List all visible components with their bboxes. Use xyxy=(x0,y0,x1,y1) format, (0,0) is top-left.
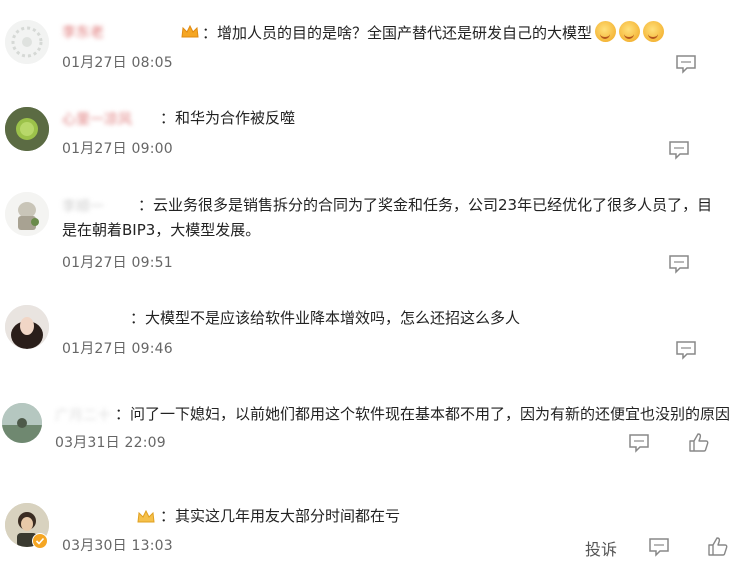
avatar[interactable] xyxy=(2,403,42,443)
thumbs-up-icon[interactable] xyxy=(688,432,710,452)
timestamp: 03月31日 22:09 xyxy=(55,435,166,451)
thumbs-up-icon[interactable] xyxy=(707,536,729,556)
avatar-pattern-icon xyxy=(5,20,49,64)
timestamp: 01月27日 09:46 xyxy=(62,341,173,357)
avatar-image-icon xyxy=(5,107,49,151)
comment-text-content: ：增加人员的目的是啥？全国产替代还是研发自己的大模型 xyxy=(202,24,593,42)
comment-item: 广月二十 ：问了一下媳妇，以前她们都用这个软件现在基本都不用了，因为有新的还便宜… xyxy=(0,395,729,470)
avatar[interactable] xyxy=(5,107,49,151)
username[interactable]: 心里一凉风 xyxy=(62,109,132,129)
report-button[interactable]: 投诉 xyxy=(585,536,617,560)
timestamp: 01月27日 09:00 xyxy=(62,141,173,157)
avatar[interactable] xyxy=(5,20,49,64)
comment-item: ：其实这几年用友大部分时间都在亏 03月30日 13:03 投诉 xyxy=(0,495,729,570)
crown-icon xyxy=(181,25,199,38)
timestamp: 03月30日 13:03 xyxy=(62,538,173,554)
comment-icon[interactable] xyxy=(668,140,690,160)
comment-text: ：和华为合作被反噬 xyxy=(160,109,296,127)
comment-item: 李顺一 ：云业务很多是销售拆分的合同为了奖金和任务，公司23年已经优化了很多人员… xyxy=(0,180,729,280)
avatar[interactable] xyxy=(5,192,49,236)
avatar-image-icon xyxy=(2,403,42,443)
comment-text: ：大模型不是应该给软件业降本增效吗，怎么还招这么多人 xyxy=(130,309,521,327)
emoji-icon xyxy=(595,21,617,42)
comment-item: 李东老 ：增加人员的目的是啥？全国产替代还是研发自己的大模型 01月27日 08… xyxy=(0,0,729,85)
comment-text: ：问了一下媳妇，以前她们都用这个软件现在基本都不用了，因为有新的还便宜也没别的原… xyxy=(115,405,729,423)
emoji-icon xyxy=(619,21,641,42)
comment-icon[interactable] xyxy=(628,433,650,453)
comment-icon[interactable] xyxy=(668,254,690,274)
timestamp: 01月27日 09:51 xyxy=(62,255,173,271)
avatar[interactable] xyxy=(5,305,49,349)
timestamp: 01月27日 08:05 xyxy=(62,55,173,71)
username[interactable]: 李东老 xyxy=(62,22,104,42)
comment-item: 心里一凉风 ：和华为合作被反噬 01月27日 09:00 xyxy=(0,95,729,175)
verified-badge-icon xyxy=(32,533,48,549)
comment-text: ：其实这几年用友大部分时间都在亏 xyxy=(160,507,401,525)
comment-text: ：增加人员的目的是啥？全国产替代还是研发自己的大模型 xyxy=(202,21,665,44)
username[interactable]: 李顺一 xyxy=(62,196,104,216)
comment-item: ：大模型不是应该给软件业降本增效吗，怎么还招这么多人 01月27日 09:46 xyxy=(0,295,729,375)
emoji-icon xyxy=(643,21,665,42)
comment-text: ：云业务很多是销售拆分的合同为了奖金和任务，公司23年已经优化了很多人员了，目 xyxy=(138,196,713,214)
avatar-image-icon xyxy=(5,192,49,236)
comment-text: 是在朝着BIP3，大模型发展。 xyxy=(62,221,261,239)
username[interactable]: 广月二十 xyxy=(55,405,111,425)
comment-icon[interactable] xyxy=(675,54,697,74)
comment-icon[interactable] xyxy=(648,537,670,557)
comment-icon[interactable] xyxy=(675,340,697,360)
crown-icon xyxy=(137,510,155,523)
avatar-image-icon xyxy=(5,305,49,349)
